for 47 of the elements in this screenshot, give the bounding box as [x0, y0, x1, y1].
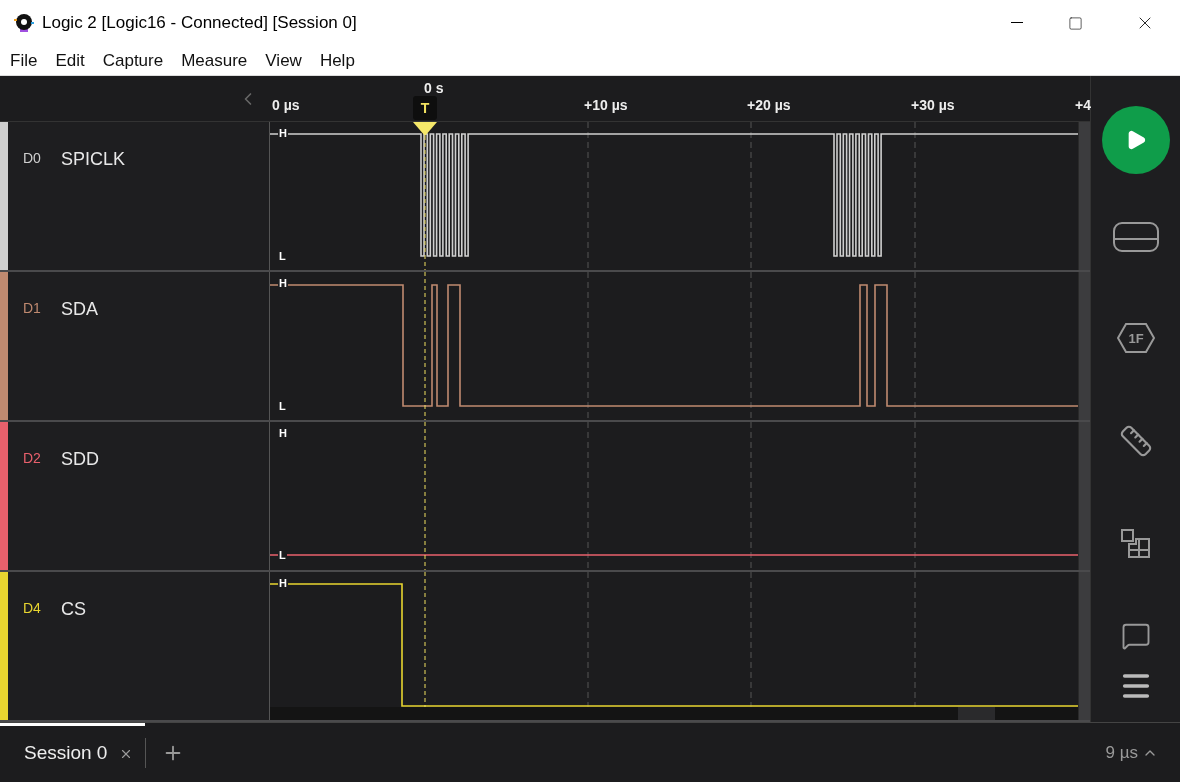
- time-tick-label: 0 µs: [272, 96, 300, 115]
- analyzers-icon[interactable]: 1F: [1116, 323, 1155, 353]
- vertical-scrollbar[interactable]: [1078, 572, 1090, 720]
- menu-item[interactable]: View: [265, 47, 302, 74]
- maximize-icon: [1067, 15, 1083, 31]
- channel-id: D2: [23, 449, 41, 468]
- window-title: Logic 2 [Logic16 - Connected] [Session 0]: [42, 12, 357, 35]
- high-level-label: H: [278, 576, 288, 590]
- vertical-scrollbar[interactable]: [1078, 272, 1090, 420]
- menu-item[interactable]: Edit: [55, 47, 85, 74]
- capture-duration: 9 µs: [1105, 741, 1138, 764]
- low-level-label: L: [278, 399, 287, 413]
- time-tick-label: +30 µs: [911, 96, 955, 115]
- channel-id: D0: [23, 149, 41, 168]
- channel-name[interactable]: SPICLK: [60, 146, 125, 173]
- comment-icon[interactable]: [1120, 621, 1151, 651]
- menu-item[interactable]: Capture: [102, 47, 164, 74]
- extensions-icon[interactable]: [1120, 529, 1151, 559]
- menu-item[interactable]: Measure: [181, 47, 248, 74]
- high-level-label: H: [278, 126, 288, 140]
- horizontal-scrollbar[interactable]: [270, 707, 1078, 720]
- time-tick-label: +20 µs: [747, 96, 791, 115]
- vertical-scrollbar[interactable]: [1078, 422, 1090, 570]
- ruler-icon[interactable]: [1118, 424, 1153, 458]
- trigger-marker: [413, 122, 437, 136]
- menu-item[interactable]: Help: [319, 47, 355, 74]
- device-icon[interactable]: [1112, 222, 1159, 252]
- channel-id: D4: [23, 599, 41, 618]
- scrollbar-thumb[interactable]: [958, 707, 995, 720]
- app-logo-icon: [14, 13, 34, 33]
- low-level-label: L: [278, 548, 287, 562]
- low-level-label: L: [278, 249, 287, 263]
- menu-item[interactable]: File: [10, 47, 38, 74]
- time-tick-label: +4: [1075, 96, 1091, 115]
- channel-name[interactable]: CS: [60, 596, 86, 623]
- trigger-label: T: [413, 96, 437, 120]
- time-tick-label: +10 µs: [584, 96, 628, 115]
- high-level-label: H: [278, 276, 288, 290]
- session-tab[interactable]: Session 0: [0, 722, 146, 782]
- channel-id: D1: [23, 299, 41, 318]
- vertical-scrollbar[interactable]: [1078, 122, 1090, 270]
- channel-name[interactable]: SDD: [60, 446, 99, 473]
- trigger-time-label: 0 s: [424, 79, 444, 98]
- channel-name[interactable]: SDA: [60, 296, 98, 323]
- minimize-icon: [1011, 22, 1023, 24]
- high-level-label: H: [278, 426, 288, 440]
- session-tab-label[interactable]: Session 0: [24, 739, 108, 768]
